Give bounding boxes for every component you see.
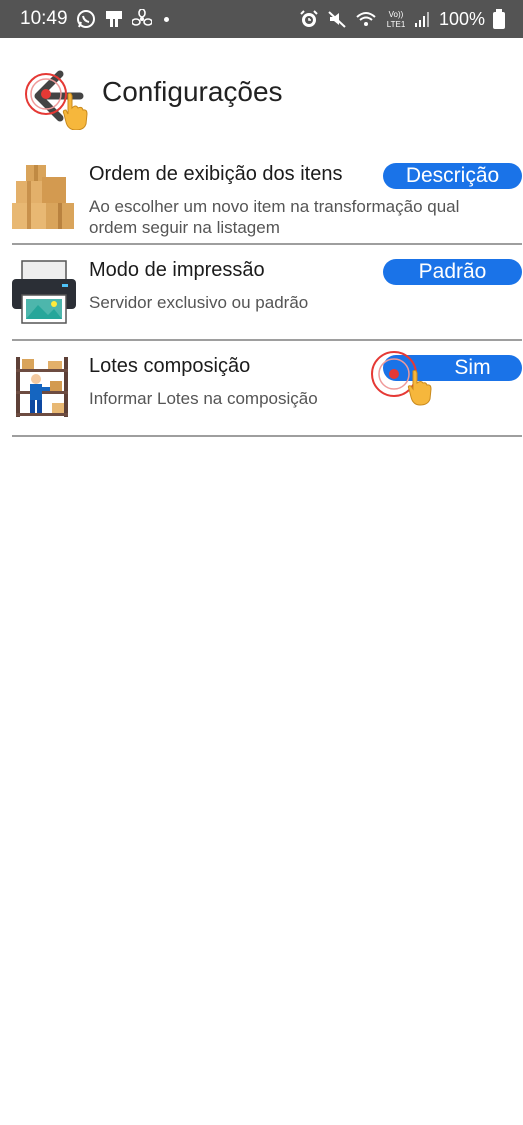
status-bar-right: Vo)) LTE1 100% bbox=[299, 8, 505, 30]
setting-title: Lotes composição bbox=[89, 355, 251, 377]
touch-indicator bbox=[369, 349, 439, 411]
boxes-icon bbox=[12, 163, 76, 229]
volte-label: Vo)) bbox=[389, 10, 404, 19]
setting-row-print-mode[interactable]: Modo de impressão Servidor exclusivo ou … bbox=[12, 259, 522, 341]
display-order-value-button[interactable]: Descrição bbox=[383, 163, 522, 189]
app-header: Configurações bbox=[0, 38, 523, 148]
print-mode-value-button[interactable]: Padrão bbox=[383, 259, 522, 285]
volte-lte-icon: Vo)) LTE1 bbox=[385, 8, 407, 30]
back-button[interactable] bbox=[22, 62, 90, 131]
setting-title: Ordem de exibição dos itens bbox=[89, 163, 343, 185]
more-notifications-dot bbox=[163, 16, 169, 22]
whatsapp-icon bbox=[76, 9, 96, 29]
warehouse-worker-icon bbox=[12, 355, 76, 419]
screen: 10:49 Vo)) LTE1 100% Configurações Ordem… bbox=[0, 0, 523, 1125]
status-bar: 10:49 Vo)) LTE1 100% bbox=[0, 0, 523, 38]
printer-icon bbox=[12, 259, 76, 324]
page-title: Configurações bbox=[102, 76, 283, 107]
signal-icon bbox=[414, 10, 431, 28]
wifi-icon bbox=[355, 9, 377, 29]
status-time: 10:49 bbox=[20, 8, 68, 29]
setting-description: Ao escolher um novo item na transformaçã… bbox=[89, 197, 460, 237]
setting-row-display-order[interactable]: Ordem de exibição dos itens Ao escolher … bbox=[12, 163, 522, 245]
setting-row-batch-composition[interactable]: Lotes composição Informar Lotes na compo… bbox=[12, 355, 522, 437]
fan-icon bbox=[131, 9, 152, 29]
back-arrow-icon bbox=[25, 70, 88, 131]
setting-title: Modo de impressão bbox=[89, 259, 265, 281]
mute-icon bbox=[327, 9, 347, 29]
battery-percent: 100% bbox=[438, 8, 485, 29]
app-notification-icon bbox=[104, 9, 124, 29]
battery-icon bbox=[493, 9, 505, 29]
setting-description: Servidor exclusivo ou padrão bbox=[89, 293, 309, 312]
tap-hand-icon bbox=[407, 369, 432, 406]
lte-label: LTE1 bbox=[387, 20, 406, 29]
alarm-icon bbox=[299, 9, 319, 29]
status-bar-left: 10:49 bbox=[20, 8, 169, 30]
